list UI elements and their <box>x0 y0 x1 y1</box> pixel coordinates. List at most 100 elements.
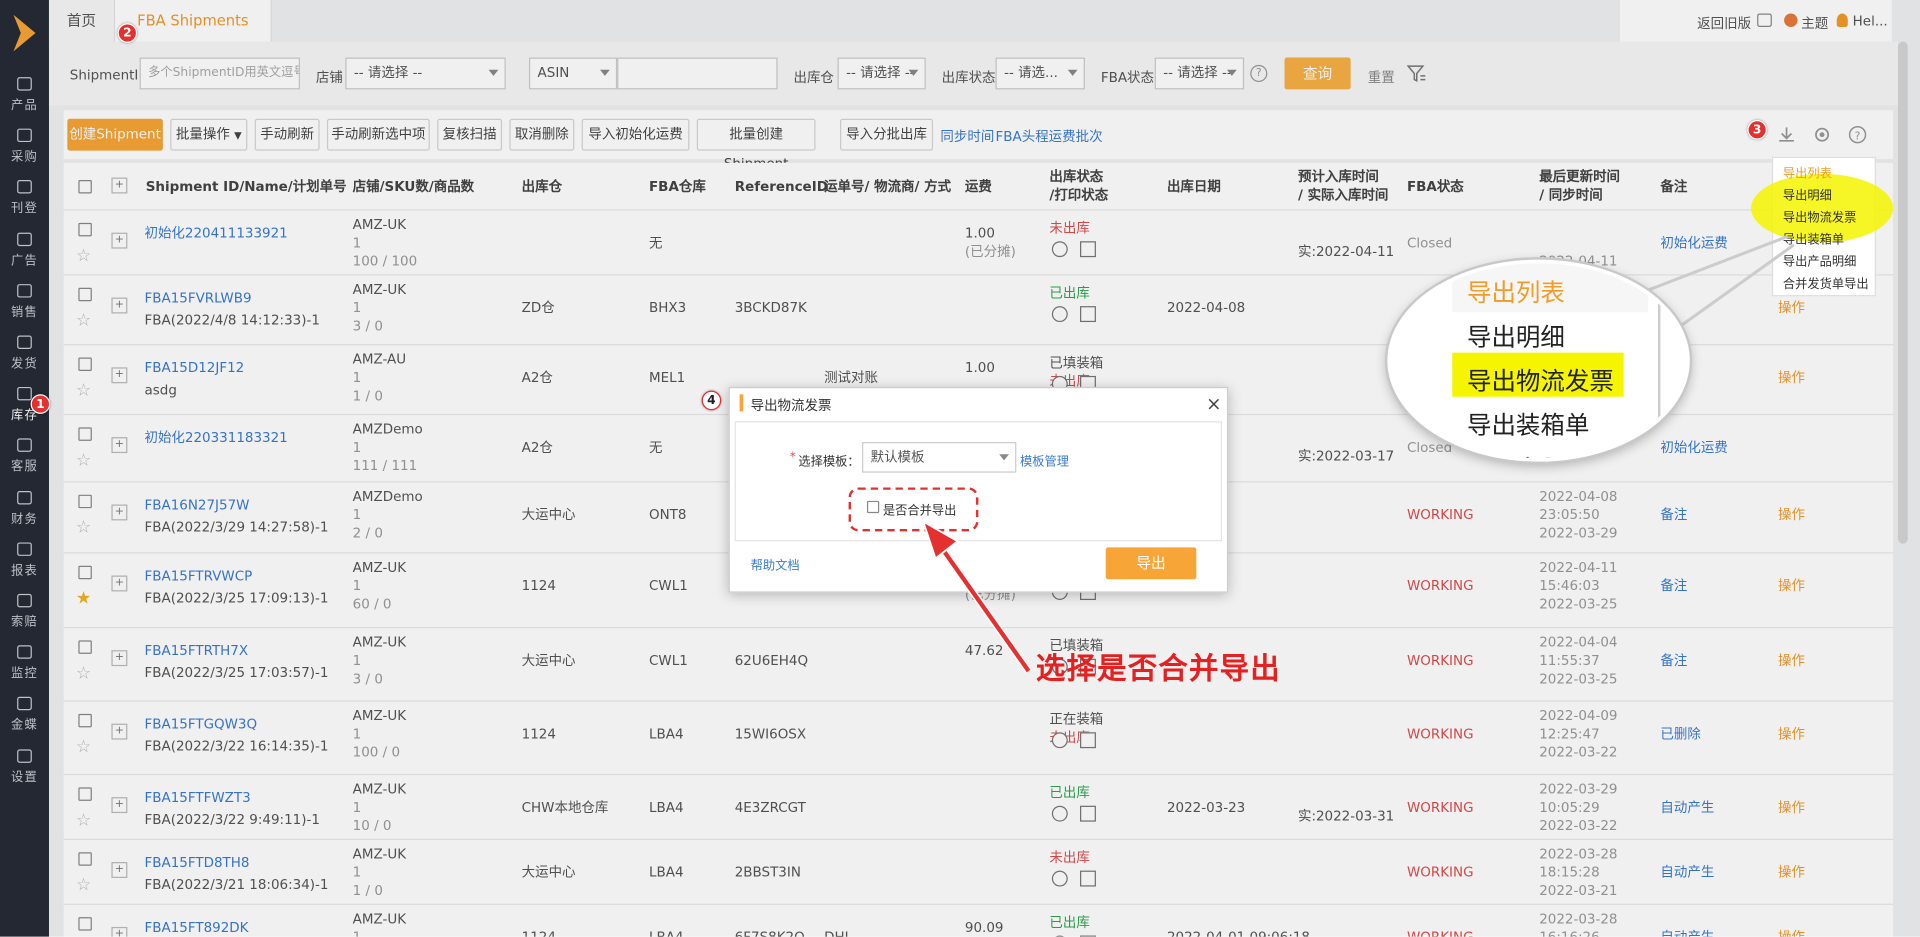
shipment-id-link[interactable]: FBA15FTD8TH8 <box>144 853 249 871</box>
sidebar-item[interactable]: 刊登 <box>0 174 49 223</box>
help-icon[interactable]: ? <box>1250 64 1268 83</box>
palette-icon[interactable] <box>1784 13 1798 27</box>
print-status-radio[interactable] <box>1051 805 1068 822</box>
scrollbar-thumb[interactable] <box>1897 41 1908 544</box>
remark-link[interactable]: 备注 <box>1660 506 1687 524</box>
sidebar-item[interactable]: 发货 <box>0 329 49 378</box>
tab-home[interactable]: 首页 <box>48 0 116 42</box>
row-checkbox[interactable] <box>78 494 92 509</box>
sidebar-item[interactable]: 广告 <box>0 226 49 275</box>
remark-link[interactable]: 已删除 <box>1660 725 1700 743</box>
print-status-radio[interactable] <box>1051 732 1068 749</box>
cancel-delete-button[interactable]: 取消删除 <box>509 118 575 151</box>
filter-icon[interactable] <box>1406 62 1428 84</box>
print-status-box[interactable] <box>1080 805 1096 822</box>
row-checkbox[interactable] <box>78 427 92 441</box>
print-status-radio[interactable] <box>1051 241 1068 258</box>
shipment-id-link[interactable]: 初始化220411133921 <box>144 224 287 242</box>
asin-select[interactable]: ASIN <box>528 57 618 90</box>
sidebar-item[interactable]: 财务 <box>0 484 49 533</box>
export-menu-item[interactable]: 导出物流发票 <box>1783 207 1856 225</box>
expand-row-button[interactable]: + <box>111 504 128 521</box>
help-doc-link[interactable]: 帮助文档 <box>751 555 800 573</box>
expand-row-button[interactable]: + <box>111 797 128 814</box>
import-fee-button[interactable]: 导入初始化运费 <box>581 118 690 151</box>
gear-icon[interactable] <box>1812 125 1832 145</box>
reset-button[interactable]: 重置 <box>1368 67 1395 87</box>
help-icon[interactable]: ? <box>1848 125 1868 145</box>
row-checkbox[interactable] <box>78 917 92 931</box>
sidebar-item[interactable]: 报表 <box>0 536 49 585</box>
shipment-id-link[interactable]: FBA15FTRVWCP <box>144 567 252 585</box>
sidebar-item[interactable]: 产品 <box>0 71 49 120</box>
out-status-select[interactable]: -- 请选... <box>995 57 1085 90</box>
export-menu-item[interactable]: 导出明细 <box>1783 185 1832 203</box>
rescan-button[interactable]: 复核扫描 <box>437 118 503 151</box>
sync-time-link[interactable]: 同步时间 <box>940 126 994 146</box>
row-checkbox[interactable] <box>78 787 92 801</box>
expand-row-button[interactable]: + <box>111 297 128 314</box>
row-checkbox[interactable] <box>78 852 92 866</box>
tab-fba-shipments[interactable]: FBA Shipments ☆ × <box>115 0 272 71</box>
print-status-box[interactable] <box>1080 306 1096 323</box>
old-version-link[interactable]: 返回旧版 <box>1697 13 1751 33</box>
select-all-checkbox[interactable] <box>78 180 92 194</box>
sidebar-item[interactable]: 金蝶 <box>0 691 49 740</box>
star-icon[interactable]: ☆ <box>76 382 91 399</box>
shipment-id-link[interactable]: FBA15FT892DK <box>144 918 248 936</box>
query-button[interactable]: 查询 <box>1284 57 1351 90</box>
fba-status-select[interactable]: -- 请选择 -- <box>1154 57 1245 90</box>
shipment-id-link[interactable]: FBA16N27J57W <box>144 496 249 514</box>
download-icon[interactable] <box>1777 125 1797 145</box>
asin-input[interactable] <box>617 57 778 90</box>
sidebar-item[interactable]: 客服 <box>0 433 49 482</box>
expand-row-button[interactable]: + <box>111 650 128 667</box>
operation-dropdown[interactable]: 操作 <box>1778 725 1805 743</box>
refresh-button[interactable]: 手动刷新 <box>254 118 320 151</box>
operation-dropdown[interactable]: 操作 <box>1778 798 1805 816</box>
remark-link[interactable]: 自动产生 <box>1660 798 1714 816</box>
remark-link[interactable]: 备注 <box>1660 651 1687 669</box>
star-icon[interactable]: ☆ <box>76 877 91 894</box>
close-icon[interactable]: × <box>1206 393 1221 415</box>
star-icon[interactable]: ★ <box>76 590 91 607</box>
remark-link[interactable]: 自动产生 <box>1660 928 1714 936</box>
user-name[interactable]: Hel... <box>1853 13 1888 29</box>
row-checkbox[interactable] <box>78 565 92 580</box>
translate-icon[interactable] <box>1757 13 1772 27</box>
batch-operation-button[interactable]: 批量操作 ▼ <box>170 118 248 151</box>
row-checkbox[interactable] <box>78 640 92 654</box>
row-checkbox[interactable] <box>78 287 92 302</box>
export-button[interactable]: 导出 <box>1105 547 1197 580</box>
row-checkbox[interactable] <box>78 222 92 237</box>
theme-link[interactable]: 主题 <box>1801 13 1828 33</box>
operation-dropdown[interactable]: 操作 <box>1778 369 1805 387</box>
shipment-id-link[interactable]: FBA15FTRTH7X <box>144 642 248 660</box>
remark-link[interactable]: 备注 <box>1660 577 1687 595</box>
star-icon[interactable]: ☆ <box>76 247 91 264</box>
sidebar-item[interactable]: 索赔 <box>0 588 49 637</box>
expand-row-button[interactable]: + <box>111 575 128 592</box>
operation-dropdown[interactable]: 操作 <box>1778 577 1805 595</box>
remark-link[interactable]: 自动产生 <box>1660 863 1714 881</box>
merge-export-checkbox[interactable] <box>866 500 880 514</box>
star-icon[interactable]: ☆ <box>76 519 91 536</box>
print-status-box[interactable] <box>1080 241 1096 258</box>
refresh-selected-button[interactable]: 手动刷新选中项 <box>326 118 430 151</box>
expand-row-button[interactable]: + <box>111 232 128 249</box>
print-status-radio[interactable] <box>1051 870 1068 887</box>
star-icon[interactable]: ☆ <box>76 738 91 755</box>
shipment-id-link[interactable]: FBA15FTGQW3Q <box>144 715 257 733</box>
operation-dropdown[interactable]: 操作 <box>1778 651 1805 669</box>
operation-dropdown[interactable]: 操作 <box>1778 928 1805 936</box>
batch-create-button[interactable]: 批量创建Shipment <box>696 118 816 171</box>
star-icon[interactable]: ☆ <box>76 312 91 329</box>
store-select[interactable]: -- 请选择 -- <box>345 57 506 90</box>
print-status-box[interactable] <box>1080 870 1096 887</box>
star-icon[interactable]: ☆ <box>76 812 91 829</box>
shipment-id-link[interactable]: FBA15FVRLWB9 <box>144 289 251 307</box>
row-checkbox[interactable] <box>78 713 92 728</box>
expand-all-button[interactable]: + <box>111 177 128 194</box>
sidebar-item[interactable]: 销售 <box>0 278 49 327</box>
operation-dropdown[interactable]: 操作 <box>1778 863 1805 881</box>
